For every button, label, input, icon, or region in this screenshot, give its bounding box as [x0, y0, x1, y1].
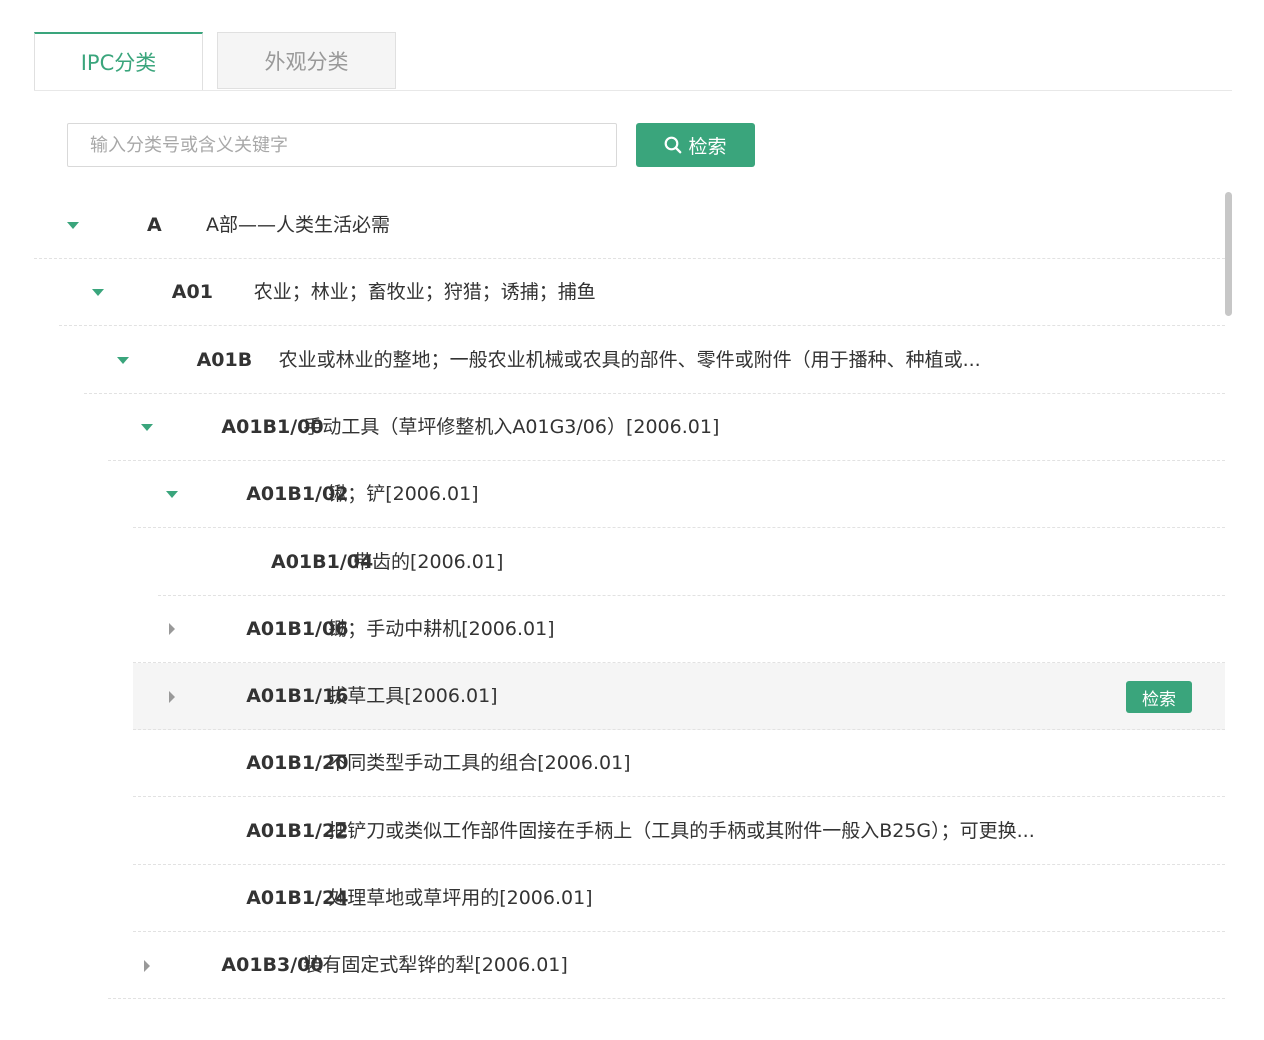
caret-down-icon[interactable] [113, 327, 133, 394]
caret-right-icon[interactable] [162, 663, 182, 730]
tree-row[interactable]: A01B1/02 锹；铲[2006.01] [133, 461, 1225, 529]
tree-row[interactable]: A01B1/16 拔草工具[2006.01] 检索 [133, 663, 1225, 731]
search-input[interactable] [67, 123, 617, 167]
class-code: A01B [196, 348, 253, 371]
scrollbar-thumb[interactable] [1225, 192, 1232, 316]
caret-down-icon[interactable] [137, 394, 157, 461]
class-description: 处理草地或草坪用的[2006.01] [328, 887, 593, 909]
class-description: 带齿的[2006.01] [353, 550, 504, 573]
tree-row[interactable]: A01 农业；林业；畜牧业；狩猎；诱捕；捕鱼 [58, 259, 1225, 327]
caret-down-icon[interactable] [88, 259, 108, 326]
class-description: 锄；手动中耕机[2006.01] [328, 617, 555, 640]
search-button[interactable]: 检索 [636, 123, 755, 167]
tab-design[interactable]: 外观分类 [217, 32, 396, 89]
class-code: A01 [171, 281, 213, 304]
class-description: 农业；林业；畜牧业；狩猎；诱捕；捕鱼 [253, 281, 596, 304]
row-search-button[interactable]: 检索 [1125, 681, 1192, 714]
class-description: 装有固定式犁铧的犁[2006.01] [303, 954, 568, 977]
class-code: A [147, 214, 162, 236]
caret-down-icon[interactable] [63, 192, 83, 259]
tree-row[interactable]: A01B1/24 处理草地或草坪用的[2006.01] [133, 865, 1225, 932]
tree-row[interactable]: A01B1/00 手动工具（草坪修整机入A01G3/06）[2006.01] [108, 394, 1225, 461]
tab-ipc[interactable]: IPC分类 [34, 32, 203, 90]
caret-right-icon[interactable] [137, 932, 157, 999]
class-description: 拔草工具[2006.01] [328, 685, 498, 708]
tree-row[interactable]: A01B1/20 不同类型手动工具的组合[2006.01] [133, 730, 1225, 798]
caret-down-icon[interactable] [162, 461, 182, 528]
caret-right-icon[interactable] [162, 596, 182, 663]
classification-tabs: IPC分类 外观分类 [34, 32, 1232, 91]
tree-row[interactable]: A01B1/04 带齿的[2006.01] [158, 529, 1225, 596]
class-description: 把铲刀或类似工作部件固接在手柄上（工具的手柄或其附件一般入B25G）；可更换..… [328, 819, 1035, 842]
tree-row[interactable]: A01B1/22 把铲刀或类似工作部件固接在手柄上（工具的手柄或其附件一般入B25… [133, 798, 1225, 865]
tree-row[interactable]: A01B1/06 锄；手动中耕机[2006.01] [133, 596, 1225, 663]
tree-row[interactable]: A A部——人类生活必需 [34, 192, 1225, 259]
class-description: 农业或林业的整地；一般农业机械或农具的部件、零件或附件（用于播种、种植或... [278, 348, 981, 371]
tree-row[interactable]: A01B 农业或林业的整地；一般农业机械或农具的部件、零件或附件（用于播种、种植或… [83, 327, 1225, 394]
search-icon [664, 136, 682, 154]
tree-row[interactable]: A01B3/00 装有固定式犁铧的犁[2006.01] [108, 932, 1225, 1000]
class-description: 不同类型手动工具的组合[2006.01] [328, 752, 631, 775]
class-description: 手动工具（草坪修整机入A01G3/06）[2006.01] [303, 415, 720, 438]
class-description: 锹；铲[2006.01] [328, 483, 479, 506]
search-button-label: 检索 [688, 135, 727, 158]
class-description: A部——人类生活必需 [206, 214, 390, 236]
